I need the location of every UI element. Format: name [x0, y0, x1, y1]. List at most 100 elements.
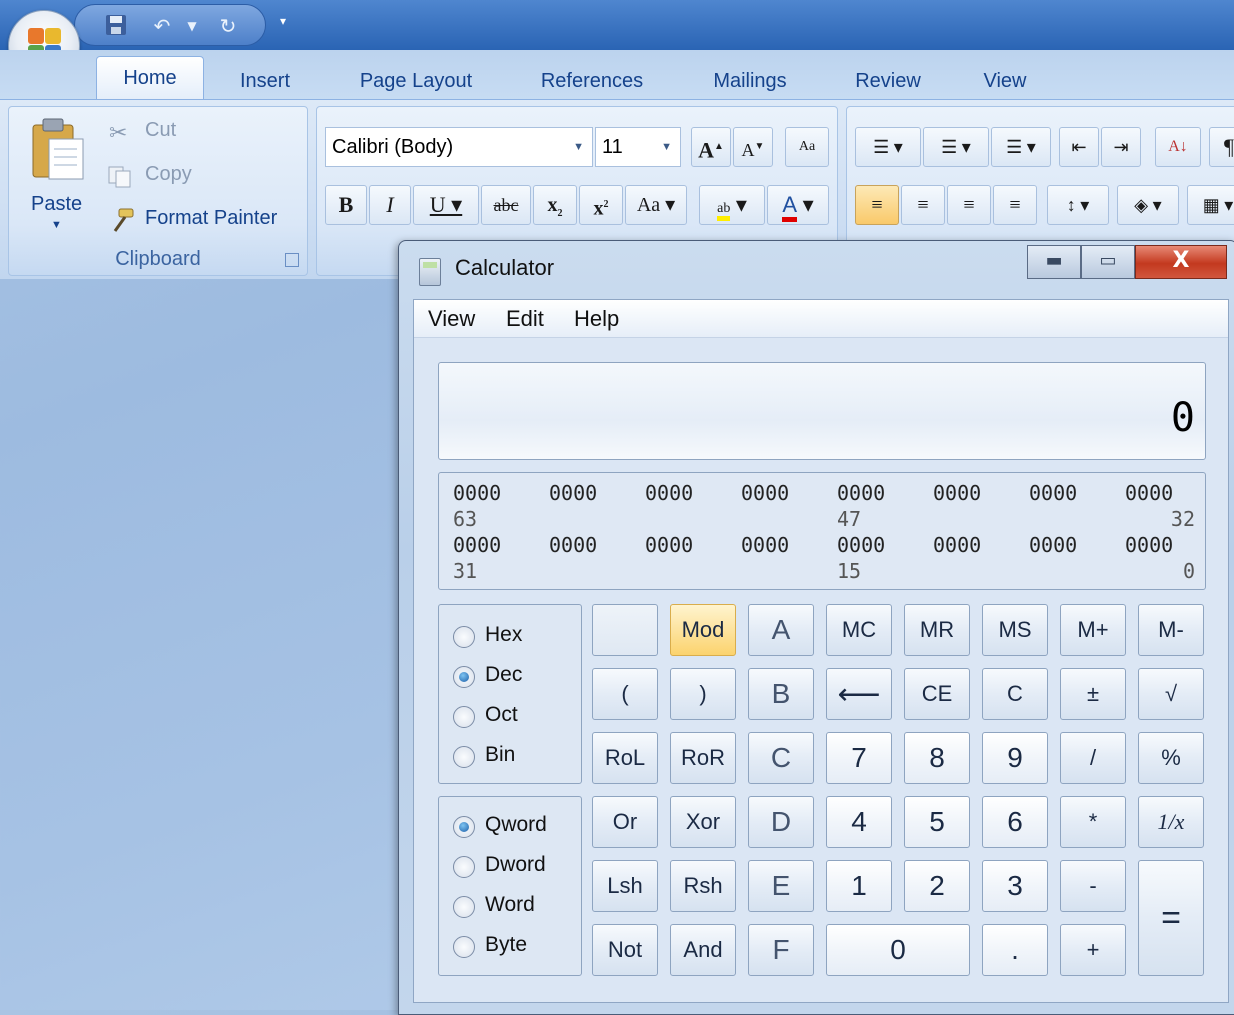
- add-key[interactable]: +: [1060, 924, 1126, 976]
- square-root-key[interactable]: √: [1138, 668, 1204, 720]
- blank-key[interactable]: [592, 604, 658, 656]
- maximize-button[interactable]: ▭: [1081, 245, 1135, 279]
- digit-1-key[interactable]: 1: [826, 860, 892, 912]
- divide-key[interactable]: /: [1060, 732, 1126, 784]
- left-shift-key[interactable]: Lsh: [592, 860, 658, 912]
- bold-button[interactable]: B: [325, 185, 367, 225]
- strikethrough-button[interactable]: abc: [481, 185, 531, 225]
- tab-insert[interactable]: Insert: [224, 66, 306, 100]
- right-shift-key[interactable]: Rsh: [670, 860, 736, 912]
- close-button[interactable]: X: [1135, 245, 1227, 279]
- equals-key[interactable]: =: [1138, 860, 1204, 976]
- digit-3-key[interactable]: 3: [982, 860, 1048, 912]
- rotate-left-key[interactable]: RoL: [592, 732, 658, 784]
- multiply-key[interactable]: *: [1060, 796, 1126, 848]
- hex-c-key[interactable]: C: [748, 732, 814, 784]
- and-key[interactable]: And: [670, 924, 736, 976]
- tab-view[interactable]: View: [972, 66, 1038, 100]
- paste-dropdown-icon[interactable]: ▼: [51, 219, 62, 231]
- align-center-button[interactable]: ≡: [901, 185, 945, 225]
- superscript-button[interactable]: x2: [579, 185, 623, 225]
- bullets-button[interactable]: ☰ ▾: [855, 127, 921, 167]
- backspace-key[interactable]: ⟵: [826, 668, 892, 720]
- menu-help[interactable]: Help: [574, 306, 619, 332]
- percent-key[interactable]: %: [1138, 732, 1204, 784]
- tab-review[interactable]: Review: [842, 66, 934, 100]
- underline-button[interactable]: U ▾: [413, 185, 479, 225]
- tab-references[interactable]: References: [528, 66, 656, 100]
- undo-icon[interactable]: ↶: [149, 13, 175, 39]
- hex-d-key[interactable]: D: [748, 796, 814, 848]
- hex-e-key[interactable]: E: [748, 860, 814, 912]
- mod-key[interactable]: Mod: [670, 604, 736, 656]
- clear-formatting-icon[interactable]: Aa: [785, 127, 829, 167]
- redo-icon[interactable]: ↻: [215, 13, 241, 39]
- justify-button[interactable]: ≡: [993, 185, 1037, 225]
- digit-7-key[interactable]: 7: [826, 732, 892, 784]
- decrease-indent-button[interactable]: ⇤: [1059, 127, 1099, 167]
- align-left-button[interactable]: ≡: [855, 185, 899, 225]
- tab-page-layout[interactable]: Page Layout: [346, 66, 486, 100]
- rotate-right-key[interactable]: RoR: [670, 732, 736, 784]
- tab-home[interactable]: Home: [96, 56, 204, 100]
- subscript-button[interactable]: x2: [533, 185, 577, 225]
- subtract-key[interactable]: -: [1060, 860, 1126, 912]
- decimal-point-key[interactable]: .: [982, 924, 1048, 976]
- copy-button[interactable]: Copy: [145, 163, 192, 186]
- format-painter-button[interactable]: Format Painter: [145, 207, 277, 230]
- or-key[interactable]: Or: [592, 796, 658, 848]
- menu-view[interactable]: View: [428, 306, 475, 332]
- show-formatting-button[interactable]: ¶: [1209, 127, 1234, 167]
- calculator-titlebar[interactable]: Calculator ▬ ▭ X: [399, 241, 1234, 297]
- save-icon[interactable]: [103, 13, 129, 39]
- bit-group: 0000: [933, 533, 982, 557]
- memory-add-key[interactable]: M+: [1060, 604, 1126, 656]
- clear-entry-key[interactable]: CE: [904, 668, 970, 720]
- hex-f-key[interactable]: F: [748, 924, 814, 976]
- undo-dropdown-icon[interactable]: ▼: [179, 13, 205, 39]
- digit-9-key[interactable]: 9: [982, 732, 1048, 784]
- clipboard-dialog-launcher-icon[interactable]: [285, 253, 299, 267]
- digit-8-key[interactable]: 8: [904, 732, 970, 784]
- not-key[interactable]: Not: [592, 924, 658, 976]
- minimize-button[interactable]: ▬: [1027, 245, 1081, 279]
- digit-6-key[interactable]: 6: [982, 796, 1048, 848]
- grow-font-button[interactable]: A▲: [691, 127, 731, 167]
- memory-recall-key[interactable]: MR: [904, 604, 970, 656]
- hex-a-key[interactable]: A: [748, 604, 814, 656]
- shrink-font-button[interactable]: A▼: [733, 127, 773, 167]
- increase-indent-button[interactable]: ⇥: [1101, 127, 1141, 167]
- tab-mailings[interactable]: Mailings: [698, 66, 802, 100]
- open-paren-key[interactable]: (: [592, 668, 658, 720]
- italic-button[interactable]: I: [369, 185, 411, 225]
- memory-store-key[interactable]: MS: [982, 604, 1048, 656]
- close-paren-key[interactable]: ): [670, 668, 736, 720]
- font-color-button[interactable]: A ▾: [767, 185, 829, 225]
- shading-button[interactable]: ◈ ▾: [1117, 185, 1179, 225]
- memory-clear-key[interactable]: MC: [826, 604, 892, 656]
- cut-button[interactable]: Cut: [145, 119, 176, 142]
- numbering-button[interactable]: ☰ ▾: [923, 127, 989, 167]
- digit-0-key[interactable]: 0: [826, 924, 970, 976]
- borders-button[interactable]: ▦ ▾: [1187, 185, 1234, 225]
- hex-b-key[interactable]: B: [748, 668, 814, 720]
- paste-button[interactable]: Paste ▼: [25, 115, 89, 241]
- negate-key[interactable]: ±: [1060, 668, 1126, 720]
- reciprocal-key[interactable]: 1/x: [1138, 796, 1204, 848]
- digit-4-key[interactable]: 4: [826, 796, 892, 848]
- clear-key[interactable]: C: [982, 668, 1048, 720]
- customize-qat-icon[interactable]: ▾: [280, 14, 286, 28]
- highlight-color-button[interactable]: ab ▾: [699, 185, 765, 225]
- font-size-select[interactable]: 11 ▼: [595, 127, 681, 167]
- memory-subtract-key[interactable]: M-: [1138, 604, 1204, 656]
- multilevel-list-button[interactable]: ☰ ▾: [991, 127, 1051, 167]
- sort-button[interactable]: A↓: [1155, 127, 1201, 167]
- line-spacing-button[interactable]: ↕ ▾: [1047, 185, 1109, 225]
- change-case-button[interactable]: Aa ▾: [625, 185, 687, 225]
- align-right-button[interactable]: ≡: [947, 185, 991, 225]
- digit-2-key[interactable]: 2: [904, 860, 970, 912]
- menu-edit[interactable]: Edit: [506, 306, 544, 332]
- digit-5-key[interactable]: 5: [904, 796, 970, 848]
- font-family-select[interactable]: Calibri (Body) ▼: [325, 127, 593, 167]
- xor-key[interactable]: Xor: [670, 796, 736, 848]
